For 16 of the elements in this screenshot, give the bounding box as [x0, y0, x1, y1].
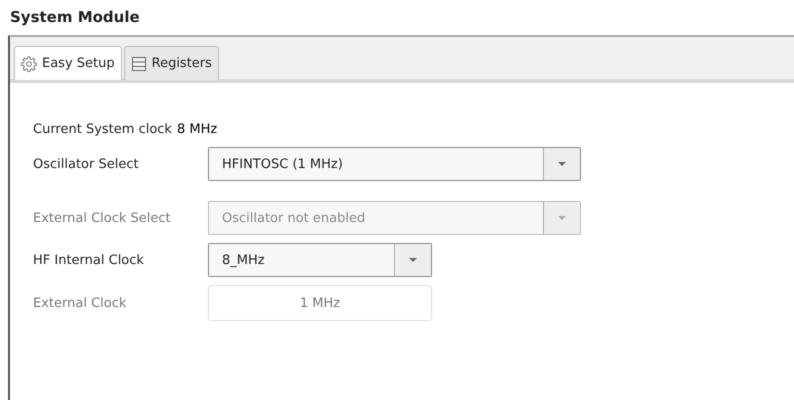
clock-value: 8 MHz	[176, 122, 218, 137]
list-icon	[130, 56, 147, 72]
dropdown[interactable]: HFINTOSC (1 MHz)	[208, 147, 581, 181]
field-label: External Clock	[33, 296, 128, 310]
tab[interactable]: Registers	[124, 46, 219, 80]
dropdown[interactable]: 8_MHz	[208, 243, 432, 277]
module-title: System Module	[9, 7, 141, 28]
field-label: Oscillator Select	[33, 156, 140, 172]
caret-icon	[409, 258, 417, 262]
gear-icon	[21, 56, 37, 72]
tab[interactable]: Easy Setup	[14, 46, 122, 80]
field-label: External Clock Select	[33, 210, 172, 226]
field-label: HF Internal Clock	[33, 252, 145, 268]
caret-icon	[558, 162, 566, 166]
field-label: Current System clock	[33, 122, 172, 137]
caret-icon	[558, 216, 566, 220]
